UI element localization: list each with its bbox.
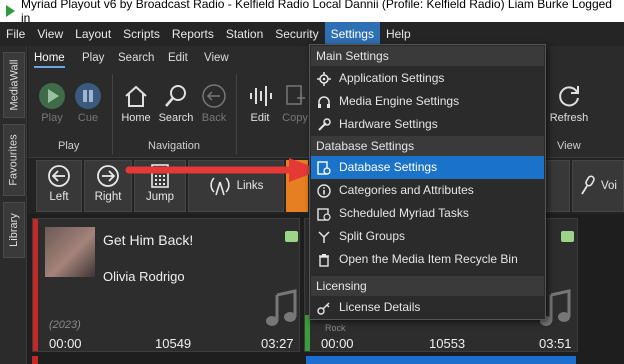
menu-item-recycle-bin[interactable]: Open the Media Item Recycle Bin folder xyxy=(311,248,544,289)
split-icon xyxy=(317,230,331,244)
track-title: Get Him Back! xyxy=(103,232,194,248)
play-button[interactable]: Play xyxy=(32,80,72,136)
group-label-view: View xyxy=(557,140,581,152)
menu-view[interactable]: View xyxy=(31,22,69,46)
copy-button[interactable]: Copy xyxy=(280,80,310,136)
refresh-button[interactable]: Refresh xyxy=(546,80,592,136)
ribbon-divider xyxy=(112,74,113,154)
group-label-navigation: Navigation xyxy=(148,140,200,152)
scheduled-tasks-icon xyxy=(317,207,331,221)
menu-item-split-groups[interactable]: Split Groups xyxy=(311,225,544,248)
microphone-icon xyxy=(579,174,597,199)
settings-dropdown: Main Settings Application Settings Media… xyxy=(309,44,546,320)
annotation-arrow xyxy=(125,158,321,182)
sidetab-favourites[interactable]: Favourites xyxy=(3,124,25,196)
menu-layout[interactable]: Layout xyxy=(69,22,117,46)
menu-item-scheduled-tasks[interactable]: Scheduled Myriad Tasks xyxy=(311,202,544,225)
player-state-bar xyxy=(305,315,310,351)
menu-file[interactable]: File xyxy=(0,22,31,46)
left-button[interactable]: Left xyxy=(36,160,82,212)
headphones-icon xyxy=(317,95,331,109)
refresh-icon xyxy=(546,80,592,112)
sidetab-mediawall[interactable]: MediaWall xyxy=(3,52,25,118)
gear-icon xyxy=(317,72,331,86)
menu-item-database-settings[interactable]: Database Settings xyxy=(311,156,544,179)
item-id: 10549 xyxy=(155,336,192,351)
tab-edit[interactable]: Edit xyxy=(168,52,188,64)
menu-item-hardware-settings[interactable]: Hardware Settings xyxy=(311,113,544,136)
trash-icon xyxy=(317,253,331,267)
track-year: (2023) xyxy=(49,319,81,331)
status-indicator xyxy=(285,231,298,242)
play-icon xyxy=(32,80,72,112)
menu-security[interactable]: Security xyxy=(269,22,324,46)
menu-header-database: Database Settings xyxy=(311,136,544,156)
cue-button[interactable]: Cue xyxy=(68,80,108,136)
back-button[interactable]: Back xyxy=(194,80,234,136)
wrench-icon xyxy=(317,118,331,132)
menu-item-categories-attributes[interactable]: Categories and Attributes xyxy=(311,179,544,202)
track-category: Rock xyxy=(325,323,346,333)
back-arrow-icon xyxy=(194,80,234,112)
menu-header-licensing: Licensing xyxy=(311,276,544,296)
track-artist: Olivia Rodrigo xyxy=(103,269,185,284)
database-settings-icon xyxy=(317,161,331,175)
search-icon xyxy=(156,80,196,112)
menu-help[interactable]: Help xyxy=(380,22,417,46)
menu-settings[interactable]: Settings xyxy=(324,22,380,46)
info-icon xyxy=(317,184,331,198)
next-item-bar xyxy=(306,356,576,364)
menu-header-main: Main Settings xyxy=(311,46,544,66)
player-state-bar xyxy=(33,219,38,351)
home-button[interactable]: Home xyxy=(116,80,156,136)
duration: 03:27 xyxy=(261,336,294,351)
sidetab-library[interactable]: Library xyxy=(3,202,25,258)
ribbon-divider xyxy=(236,74,237,154)
voice-button[interactable]: Voi xyxy=(572,160,624,212)
pause-icon xyxy=(68,80,108,112)
search-button[interactable]: Search xyxy=(156,80,196,136)
tab-search[interactable]: Search xyxy=(118,52,154,64)
tab-view[interactable]: View xyxy=(204,52,229,64)
key-icon xyxy=(317,301,331,315)
menu-reports[interactable]: Reports xyxy=(166,22,220,46)
app-logo-icon xyxy=(6,5,15,17)
menu-item-application-settings[interactable]: Application Settings xyxy=(311,67,544,90)
time-start: 00:00 xyxy=(49,336,82,351)
arrow-left-icon xyxy=(37,161,81,191)
music-note-icon xyxy=(265,289,299,334)
duration: 03:51 xyxy=(539,336,572,351)
tab-home[interactable]: Home xyxy=(34,52,65,68)
edit-button[interactable]: Edit xyxy=(240,80,280,136)
next-item-state xyxy=(32,356,38,364)
menu-item-media-engine-settings[interactable]: Media Engine Settings xyxy=(311,90,544,113)
menu-scripts[interactable]: Scripts xyxy=(117,22,166,46)
group-label-play: Play xyxy=(58,140,80,152)
menu-item-license-details[interactable]: License Details xyxy=(311,296,544,319)
waveform-icon xyxy=(240,80,280,112)
menu-station[interactable]: Station xyxy=(220,22,269,46)
tab-play[interactable]: Play xyxy=(82,52,104,64)
side-tabs: MediaWall Favourites Library xyxy=(0,46,27,364)
album-art xyxy=(45,227,95,277)
home-icon xyxy=(116,80,156,112)
player-card-1[interactable]: Get Him Back! Olivia Rodrigo (2023) 00:0… xyxy=(32,218,300,352)
menu-bar: File View Layout Scripts Reports Station… xyxy=(0,22,624,46)
item-id: 10553 xyxy=(429,336,466,351)
blank-button[interactable] xyxy=(544,160,570,212)
copy-icon xyxy=(280,80,310,112)
status-indicator xyxy=(561,231,574,242)
title-bar: Myriad Playout v6 by Broadcast Radio - K… xyxy=(0,0,624,25)
time-start: 00:00 xyxy=(321,336,354,351)
